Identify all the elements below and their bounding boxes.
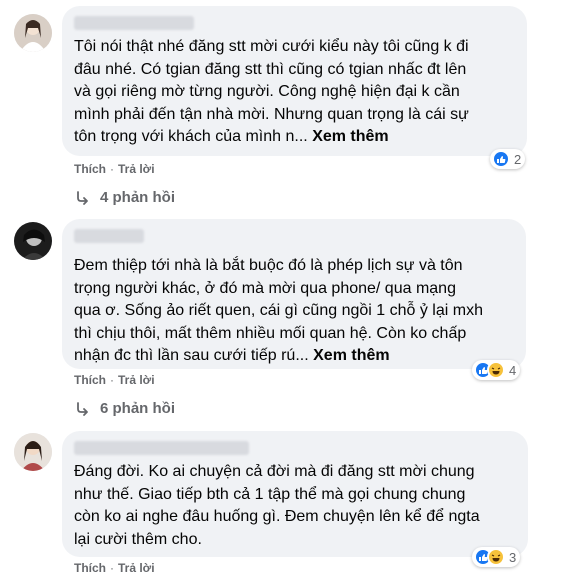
like-icon [492, 150, 510, 168]
see-more-link[interactable]: Xem thêm [312, 128, 388, 145]
comment-actions: Thích · Trả lời [74, 561, 155, 575]
haha-icon [487, 361, 505, 379]
reaction-count: 4 [509, 362, 517, 378]
comment-bubble: Đáng đời. Ko ai chuyện cả đời mà đi đăng… [62, 431, 528, 557]
comment-text: Tôi nói thật nhé đăng stt mời cưới kiểu … [74, 38, 469, 145]
comment-actions: Thích · Trả lời [74, 373, 155, 387]
reply-arrow-icon [77, 190, 88, 205]
reaction-summary[interactable]: 2 [490, 149, 526, 169]
like-button[interactable]: Thích [74, 162, 106, 176]
see-more-link[interactable]: Xem thêm [313, 347, 389, 364]
view-replies-button[interactable]: 4 phản hồi [74, 189, 175, 206]
reply-arrow-icon [77, 401, 88, 416]
reply-button[interactable]: Trả lời [118, 373, 155, 387]
reaction-count: 2 [514, 151, 522, 167]
avatar[interactable] [14, 222, 52, 260]
haha-icon [487, 548, 505, 566]
avatar[interactable] [14, 433, 52, 471]
reply-button[interactable]: Trả lời [118, 162, 155, 176]
avatar[interactable] [14, 14, 52, 52]
like-button[interactable]: Thích [74, 373, 106, 387]
comment-text: Đem thiệp tới nhà là bắt buộc đó là phép… [74, 257, 483, 364]
reaction-summary[interactable]: 3 [472, 547, 521, 567]
reaction-count: 3 [509, 549, 517, 565]
reply-button[interactable]: Trả lời [118, 561, 155, 575]
view-replies-button[interactable]: 6 phản hồi [74, 400, 175, 417]
reaction-summary[interactable]: 4 [472, 360, 521, 380]
author-name-blurred [74, 229, 144, 243]
like-button[interactable]: Thích [74, 561, 106, 575]
comment-bubble: Tôi nói thật nhé đăng stt mời cưới kiểu … [62, 6, 527, 156]
author-name-blurred [74, 441, 249, 455]
comment-bubble: Đem thiệp tới nhà là bắt buộc đó là phép… [62, 219, 526, 369]
comment-actions: Thích · Trả lời [74, 162, 155, 176]
author-name-blurred [74, 16, 194, 30]
comment-text: Đáng đời. Ko ai chuyện cả đời mà đi đăng… [74, 463, 480, 548]
